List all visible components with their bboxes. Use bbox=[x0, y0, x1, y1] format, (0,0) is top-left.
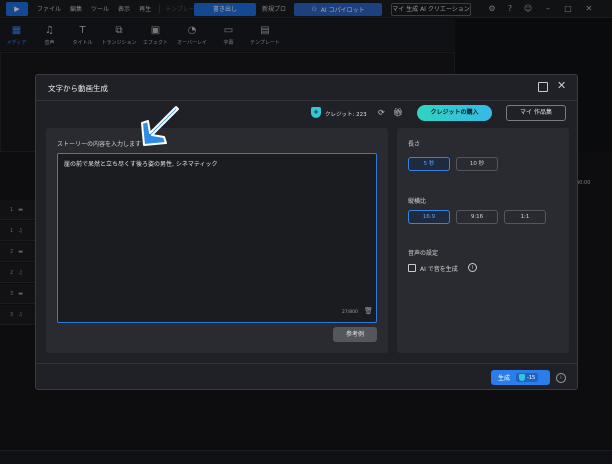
my-works-button[interactable]: マイ 作品集 bbox=[506, 105, 566, 121]
credit-shield-icon bbox=[519, 374, 526, 381]
example-button[interactable]: 参考例 bbox=[333, 327, 377, 342]
app-window: ▶ ファイル 編集 ツール 表示 再生 テンプレート 書き出し 新規プロ ⚇ A… bbox=[0, 0, 612, 464]
generate-button[interactable]: 生成 -15 bbox=[491, 370, 550, 385]
gift-icon[interactable]: 🎁︎ bbox=[393, 108, 403, 117]
story-input[interactable]: 崖の前で呆然と立ち尽くす後ろ姿の男性, シネマティック 27/800 🗑︎ bbox=[57, 153, 377, 323]
generate-info-icon[interactable]: i bbox=[556, 373, 566, 383]
length-label: 長さ bbox=[408, 141, 421, 148]
dialog-title: 文字から動画生成 bbox=[48, 84, 108, 93]
close-dialog-icon[interactable]: ✕ bbox=[557, 80, 566, 92]
aspect-option-16-9[interactable]: 16:9 bbox=[408, 210, 450, 224]
length-option-10s[interactable]: 10 秒 bbox=[456, 157, 498, 171]
credit-shield-icon: + bbox=[311, 107, 321, 118]
aspect-option-1-1[interactable]: 1:1 bbox=[504, 210, 546, 224]
dialog-header-divider bbox=[36, 100, 577, 101]
story-text: 崖の前で呆然と立ち尽くす後ろ姿の男性, シネマティック bbox=[64, 161, 218, 168]
ai-sound-label: AI で音を生成 bbox=[420, 266, 458, 273]
credit-balance: クレジット: 223 bbox=[325, 112, 367, 118]
maximize-dialog-icon[interactable] bbox=[538, 82, 548, 92]
story-pane: ストーリーの内容を入力します 崖の前で呆然と立ち尽くす後ろ姿の男性, シネマティ… bbox=[46, 128, 388, 353]
settings-pane: 長さ 5 秒 10 秒 縦横比 16:9 9:16 1:1 音声の設定 AI で… bbox=[397, 128, 569, 353]
generate-cost-badge: -15 bbox=[516, 373, 539, 382]
annotation-arrow-icon bbox=[141, 106, 179, 146]
generate-label: 生成 bbox=[498, 375, 511, 382]
info-icon[interactable]: i bbox=[468, 263, 477, 272]
story-label: ストーリーの内容を入力します bbox=[57, 141, 142, 148]
audio-settings-label: 音声の設定 bbox=[408, 250, 439, 257]
aspect-option-9-16[interactable]: 9:16 bbox=[456, 210, 498, 224]
trash-icon[interactable]: 🗑︎ bbox=[364, 307, 373, 315]
character-count: 27/800 bbox=[342, 310, 358, 315]
length-option-5s[interactable]: 5 秒 bbox=[408, 157, 450, 171]
refresh-icon[interactable]: ⟳ bbox=[378, 108, 385, 117]
buy-credit-button[interactable]: クレジットの購入 bbox=[417, 105, 492, 121]
aspect-label: 縦横比 bbox=[408, 198, 427, 205]
ai-sound-checkbox[interactable] bbox=[408, 264, 416, 272]
text-to-video-dialog: 文字から動画生成 ✕ + クレジット: 223 ⟳ 🎁︎ クレジットの購入 マイ… bbox=[35, 74, 578, 390]
dialog-footer-divider bbox=[36, 363, 577, 364]
